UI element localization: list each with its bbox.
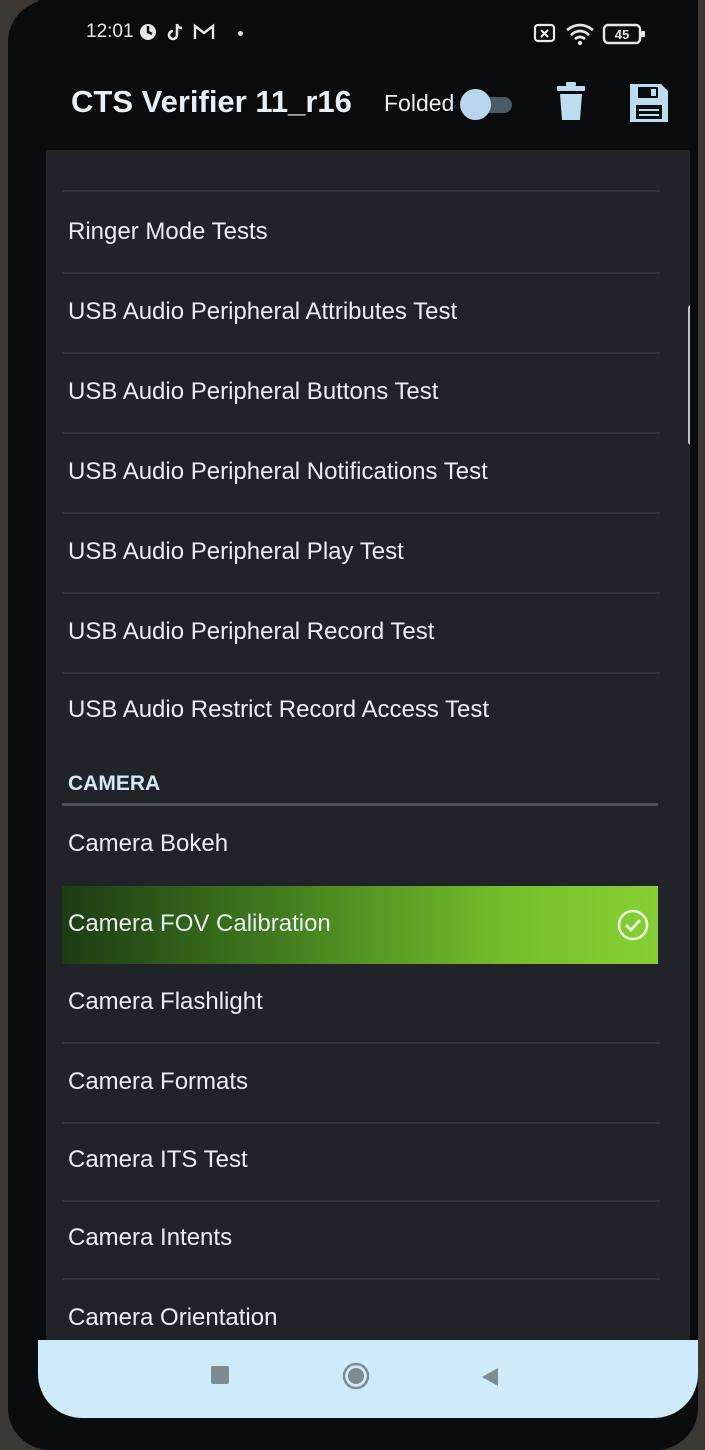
section-header-camera: CAMERA xyxy=(62,758,658,806)
app-bar: CTS Verifier 11_r16 Folded xyxy=(38,68,698,150)
phone-frame: 12:01 45 CTS Verifier 11_r16 Folded Ring… xyxy=(8,0,698,1450)
gmail-icon xyxy=(193,22,215,47)
list-item-partial[interactable] xyxy=(62,150,660,192)
list-item-label: Camera Orientation xyxy=(68,1304,278,1331)
list-item[interactable]: Ringer Mode Tests xyxy=(62,194,660,274)
list-item-label: USB Audio Peripheral Notifications Test xyxy=(68,458,488,485)
list-item-label: USB Audio Peripheral Play Test xyxy=(68,538,404,565)
list-item-passed[interactable]: Camera FOV Calibration xyxy=(62,886,658,964)
list-item-label: USB Audio Peripheral Attributes Test xyxy=(68,298,458,325)
recents-button[interactable] xyxy=(211,1366,229,1384)
no-sim-icon xyxy=(533,22,557,49)
list-item[interactable]: Camera Flashlight xyxy=(62,964,660,1044)
app-notification-icon xyxy=(138,22,158,47)
save-icon xyxy=(630,84,668,122)
list-item-label: USB Audio Peripheral Buttons Test xyxy=(68,378,439,405)
list-item[interactable]: USB Audio Peripheral Play Test xyxy=(62,514,660,594)
delete-button[interactable] xyxy=(554,82,588,122)
list-item[interactable]: USB Audio Peripheral Notifications Test xyxy=(62,434,660,514)
list-item[interactable]: USB Audio Restrict Record Access Test xyxy=(62,672,658,748)
list-item[interactable]: Camera Intents xyxy=(62,1200,660,1280)
home-button[interactable] xyxy=(342,1362,370,1390)
list-item[interactable]: USB Audio Peripheral Attributes Test xyxy=(62,274,660,354)
list-item[interactable]: Camera Bokeh xyxy=(62,806,658,886)
save-button[interactable] xyxy=(628,82,670,124)
back-button[interactable] xyxy=(480,1366,500,1388)
folded-label: Folded xyxy=(384,90,455,116)
list-item[interactable]: Camera Formats xyxy=(62,1044,660,1124)
list-item-label: Camera Flashlight xyxy=(68,988,263,1015)
battery-icon: 45 xyxy=(602,22,648,51)
trash-icon xyxy=(557,82,585,120)
navigation-bar xyxy=(38,1340,698,1418)
list-item-label: Camera ITS Test xyxy=(68,1146,248,1173)
home-icon xyxy=(342,1362,370,1390)
check-circle-icon xyxy=(616,908,650,942)
tiktok-icon xyxy=(166,22,186,47)
scrollbar[interactable] xyxy=(688,305,690,445)
app-title: CTS Verifier 11_r16 xyxy=(71,84,352,119)
back-icon xyxy=(482,1368,498,1386)
list-item-label: USB Audio Peripheral Record Test xyxy=(68,618,435,645)
list-item-label: Camera Bokeh xyxy=(68,830,229,857)
battery-level: 45 xyxy=(615,27,629,42)
list-item-label: Camera Formats xyxy=(68,1068,249,1095)
folded-toggle[interactable] xyxy=(460,89,512,120)
toggle-thumb xyxy=(460,89,491,120)
wifi-icon xyxy=(565,22,595,51)
screen: 12:01 45 CTS Verifier 11_r16 Folded Ring… xyxy=(38,0,698,1418)
status-time: 12:01 xyxy=(86,21,134,42)
list-item-label: Camera FOV Calibration xyxy=(68,910,331,937)
test-list[interactable]: Ringer Mode Tests USB Audio Peripheral A… xyxy=(46,150,690,1340)
list-item[interactable]: Camera Orientation xyxy=(62,1280,658,1340)
list-item-label: Ringer Mode Tests xyxy=(68,218,268,245)
status-bar: 12:01 45 xyxy=(38,0,698,68)
divider xyxy=(62,190,660,192)
more-notifications-dot xyxy=(238,31,243,36)
list-item[interactable]: USB Audio Peripheral Buttons Test xyxy=(62,354,660,434)
list-item[interactable]: Camera ITS Test xyxy=(62,1122,660,1202)
list-item-label: Camera Intents xyxy=(68,1224,233,1251)
list-item[interactable]: USB Audio Peripheral Record Test xyxy=(62,594,660,674)
list-item-label: USB Audio Restrict Record Access Test xyxy=(68,696,490,723)
section-header-label: CAMERA xyxy=(68,772,161,795)
